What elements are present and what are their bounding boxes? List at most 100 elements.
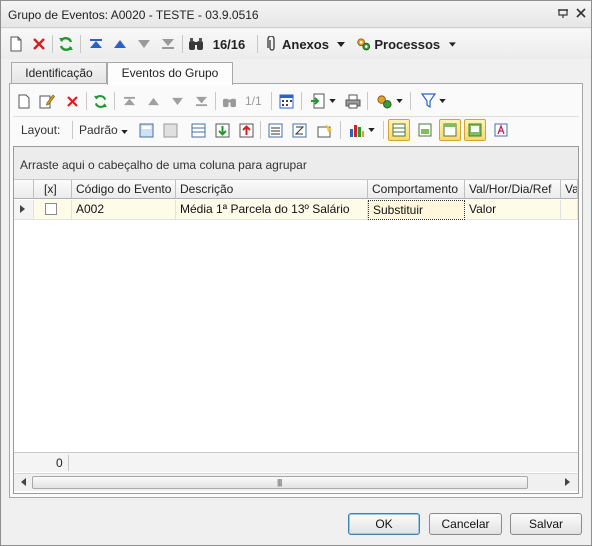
toolbar-separator	[271, 92, 272, 110]
toolbar-separator	[182, 35, 183, 53]
tab-eventos-do-grupo[interactable]: Eventos do Grupo	[107, 62, 233, 85]
chevron-down-icon	[336, 41, 345, 47]
cell-value-type[interactable]: Valor	[465, 200, 561, 220]
toolbar-separator	[52, 35, 53, 53]
window-title: Grupo de Eventos: A0020 - TESTE - 03.9.0…	[8, 8, 259, 22]
previous-row-icon	[144, 92, 162, 110]
close-icon[interactable]	[574, 7, 588, 21]
pin-icon[interactable]	[556, 7, 570, 21]
list-view-icon[interactable]	[266, 121, 284, 139]
import-icon	[311, 93, 325, 109]
previous-record-icon[interactable]	[111, 34, 129, 54]
footer-toggle[interactable]	[464, 119, 486, 141]
toolbar-separator	[80, 35, 81, 53]
next-row-icon	[168, 92, 186, 110]
header-toggle[interactable]	[439, 119, 461, 141]
columns-icon[interactable]	[189, 121, 207, 139]
save-layout-icon[interactable]	[137, 121, 155, 139]
tab-identificacao[interactable]: Identificação	[11, 62, 107, 84]
print-icon[interactable]	[344, 92, 362, 110]
toolbar-separator	[260, 121, 261, 139]
tab-panel: 1/1 Layout: Padrão Arraste aqui o cabeça…	[9, 83, 583, 498]
attachments-button[interactable]: Anexos	[266, 34, 348, 54]
toolbar-separator	[410, 92, 411, 110]
row-checkbox-cell	[34, 200, 72, 220]
horizontal-scrollbar[interactable]: ||||	[14, 473, 578, 491]
view-grid-toggle[interactable]	[388, 119, 410, 141]
refresh-grid-icon[interactable]	[91, 92, 109, 110]
card-view-icon[interactable]	[416, 121, 434, 139]
binoculars-icon[interactable]	[187, 34, 205, 54]
cell-extra[interactable]	[561, 200, 578, 220]
format-text-icon[interactable]	[492, 121, 510, 139]
gears-icon	[376, 94, 392, 109]
export-up-icon[interactable]	[237, 121, 255, 139]
column-header-value-type[interactable]: Val/Hor/Dia/Ref	[465, 180, 561, 199]
first-record-icon[interactable]	[87, 34, 105, 54]
row-checkbox[interactable]	[45, 203, 57, 215]
chevron-down-icon	[368, 128, 375, 132]
header-view-icon	[443, 123, 457, 137]
toolbar-separator	[301, 92, 302, 110]
new-document-icon[interactable]	[7, 34, 25, 54]
caret-right-icon	[20, 205, 25, 213]
filter-dropdown[interactable]	[417, 92, 449, 110]
calendar-grid-icon[interactable]	[277, 92, 295, 110]
refresh-icon[interactable]	[57, 34, 75, 54]
column-header-code[interactable]: Código do Evento	[72, 180, 176, 199]
new-row-icon[interactable]	[15, 92, 33, 110]
chevron-down-icon	[449, 41, 456, 47]
column-header-check[interactable]: [x]	[34, 180, 72, 199]
chevron-down-icon	[329, 99, 336, 103]
first-row-icon	[120, 92, 138, 110]
cell-code[interactable]: A002	[72, 200, 176, 220]
grid-view-icon	[392, 123, 406, 137]
bar-chart-icon	[350, 125, 364, 137]
scroll-right-icon[interactable]	[560, 476, 574, 490]
group-by-area[interactable]: Arraste aqui o cabeçalho de uma coluna p…	[14, 147, 578, 180]
group-hint: Arraste aqui o cabeçalho de uma coluna p…	[20, 158, 307, 172]
cancel-button[interactable]: Cancelar	[429, 513, 502, 535]
cell-description[interactable]: Média 1ª Parcela do 13º Salário	[176, 200, 368, 220]
chevron-down-icon	[438, 99, 446, 103]
grid-footer: 0	[14, 452, 578, 472]
chevron-down-icon	[121, 130, 128, 134]
highlight-icon[interactable]	[316, 121, 334, 139]
layout-label: Layout:	[21, 123, 61, 137]
scroll-thumb[interactable]: ||||	[32, 476, 528, 489]
export-down-icon[interactable]	[213, 121, 231, 139]
scroll-left-icon[interactable]	[16, 476, 30, 490]
grid-processes-dropdown[interactable]	[373, 92, 405, 110]
grid-toolbar: 1/1	[13, 88, 579, 114]
next-record-icon	[135, 34, 153, 54]
column-header-description[interactable]: Descrição	[176, 180, 368, 199]
toolbar-separator	[340, 121, 341, 139]
delete-icon[interactable]	[30, 34, 48, 54]
chevron-down-icon	[395, 99, 403, 103]
edit-icon[interactable]	[38, 92, 56, 110]
footer-divider	[68, 455, 69, 471]
grid-record-counter: 1/1	[245, 94, 262, 108]
toolbar-separator	[86, 92, 87, 110]
import-dropdown[interactable]	[307, 92, 339, 110]
footer-view-icon	[468, 123, 482, 137]
column-header-behavior[interactable]: Comportamento	[368, 180, 465, 199]
row-indicator[interactable]	[14, 200, 34, 220]
filter-icon	[420, 93, 436, 109]
processes-button[interactable]: Processos	[356, 34, 456, 54]
chart-dropdown[interactable]	[346, 121, 378, 139]
delete-layout-icon	[161, 121, 179, 139]
layout-select[interactable]: Padrão	[79, 123, 128, 137]
toolbar-separator	[257, 35, 258, 53]
cell-behavior[interactable]: Substituir	[368, 200, 465, 220]
last-row-icon	[192, 92, 210, 110]
delete-row-icon[interactable]	[63, 92, 81, 110]
ok-button[interactable]: OK	[348, 513, 420, 535]
toolbar-separator	[367, 92, 368, 110]
save-button[interactable]: Salvar	[510, 513, 582, 535]
last-record-icon	[159, 34, 177, 54]
column-header-extra[interactable]: Va	[561, 180, 578, 199]
layout-select-value: Padrão	[79, 123, 118, 137]
processes-label: Processos	[374, 36, 441, 52]
sort-icon[interactable]	[290, 121, 308, 139]
